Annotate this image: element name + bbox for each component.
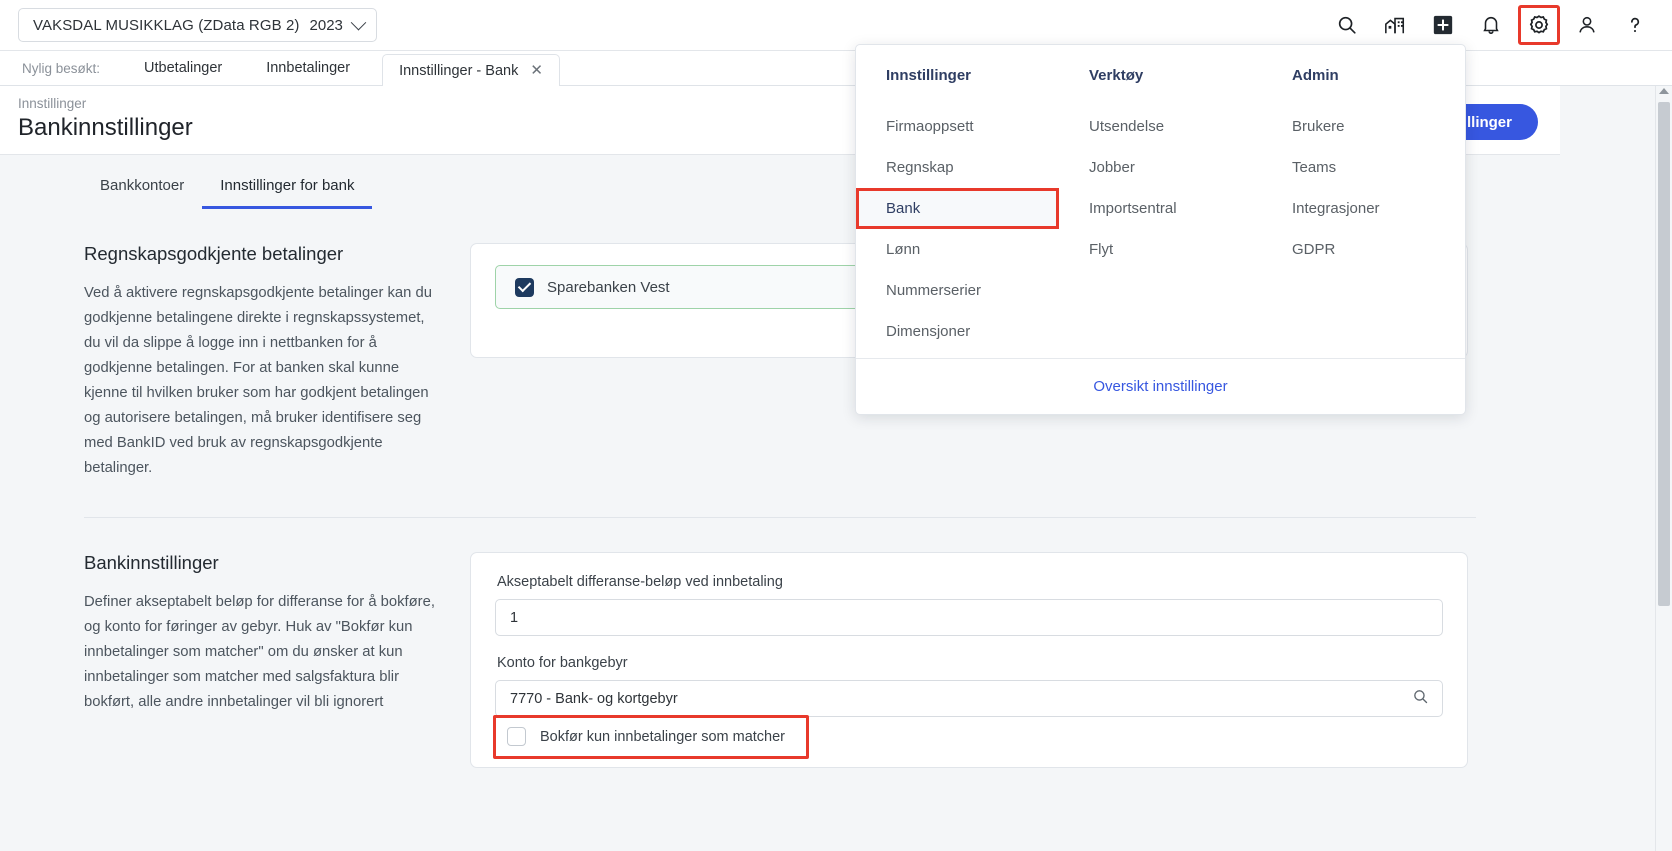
menu-item-bank-label: Bank: [886, 200, 921, 217]
settings-dropdown-panel: Innstillinger Firmaoppsett Regnskap Bank…: [855, 44, 1466, 415]
dropdown-column-admin: Admin Brukere Teams Integrasjoner GDPR: [1262, 67, 1465, 352]
checkbox-label: Bokfør kun innbetalinger som matcher: [540, 728, 785, 745]
company-year-selector[interactable]: VAKSDAL MUSIKKLAG (ZData RGB 2) 2023: [18, 8, 377, 42]
input-differanse-belop[interactable]: 1: [495, 599, 1443, 636]
settings-dropdown-columns: Innstillinger Firmaoppsett Regnskap Bank…: [856, 45, 1465, 352]
label-konto-bankgebyr: Konto for bankgebyr: [497, 655, 628, 671]
settings-heading: Bankinnstillinger: [84, 552, 219, 573]
settings-form-block: Akseptabelt differanse-beløp ved innbeta…: [470, 552, 1560, 768]
settings-dropdown-footer: Oversikt innstillinger: [856, 358, 1465, 414]
column-heading-admin: Admin: [1292, 67, 1339, 84]
oversikt-innstillinger-link[interactable]: Oversikt innstillinger: [1093, 378, 1227, 395]
menu-item-jobber[interactable]: Jobber: [1089, 147, 1262, 188]
dropdown-column-innstillinger: Innstillinger Firmaoppsett Regnskap Bank…: [856, 67, 1059, 352]
menu-item-importsentral[interactable]: Importsentral: [1089, 188, 1262, 229]
menu-item-dimensjoner[interactable]: Dimensjoner: [886, 311, 1059, 352]
user-icon[interactable]: [1572, 10, 1602, 40]
close-icon[interactable]: ✕: [530, 63, 543, 78]
input-konto-bankgebyr[interactable]: 7770 - Bank- og kortgebyr: [495, 680, 1443, 717]
settings-paragraph: Definer akseptabelt beløp for differanse…: [84, 594, 435, 710]
menu-item-teams[interactable]: Teams: [1292, 147, 1465, 188]
active-tab-label: Innstillinger - Bank: [399, 62, 519, 79]
settings-form-card: Akseptabelt differanse-beløp ved innbeta…: [470, 552, 1468, 768]
section-description-block: Regnskapsgodkjente betalinger Ved å akti…: [0, 243, 470, 481]
tab-innstillinger-for-bank[interactable]: Innstillinger for bank: [202, 167, 373, 209]
menu-item-utsendelse[interactable]: Utsendelse: [1089, 106, 1262, 147]
menu-item-regnskap[interactable]: Regnskap: [886, 147, 1059, 188]
recent-tab-innbetalinger[interactable]: Innbetalinger: [244, 60, 372, 85]
menu-item-integrasjoner[interactable]: Integrasjoner: [1292, 188, 1465, 229]
scroll-up-arrow-icon[interactable]: [1659, 88, 1669, 94]
tab-bankkontoer[interactable]: Bankkontoer: [82, 167, 202, 209]
column-heading-verktoy: Verktøy: [1089, 67, 1144, 84]
app-window: VAKSDAL MUSIKKLAG (ZData RGB 2) 2023 Nyl…: [0, 0, 1672, 851]
input-konto-bankgebyr-value: 7770 - Bank- og kortgebyr: [510, 690, 678, 707]
plus-icon[interactable]: [1428, 10, 1458, 40]
section-bankinnstillinger: Bankinnstillinger Definer akseptabelt be…: [0, 518, 1560, 768]
label-differanse-belop: Akseptabelt differanse-beløp ved innbeta…: [497, 574, 783, 590]
menu-item-gdpr[interactable]: GDPR: [1292, 229, 1465, 270]
company-icon[interactable]: [1380, 10, 1410, 40]
scrollbar-thumb[interactable]: [1658, 102, 1670, 606]
input-differanse-belop-value: 1: [510, 609, 519, 626]
menu-item-nummerserier[interactable]: Nummerserier: [886, 270, 1059, 311]
menu-item-bank[interactable]: Bank: [856, 188, 1059, 229]
checkbox-bokfor-kun-matcher[interactable]: [507, 727, 526, 746]
recent-tab-utbetalinger[interactable]: Utbetalinger: [122, 60, 244, 85]
company-name: VAKSDAL MUSIKKLAG (ZData RGB 2): [33, 16, 300, 34]
section-paragraph: Ved å aktivere regnskapsgodkjente betali…: [84, 285, 432, 476]
section-heading: Regnskapsgodkjente betalinger: [84, 243, 344, 264]
bell-icon[interactable]: [1476, 10, 1506, 40]
menu-item-lonn[interactable]: Lønn: [886, 229, 1059, 270]
active-tab-innstillinger-bank[interactable]: Innstillinger - Bank ✕: [382, 54, 560, 86]
bank-row-label: Sparebanken Vest: [547, 278, 670, 296]
top-icon-bar: [1332, 5, 1672, 45]
fiscal-year: 2023: [309, 16, 343, 34]
column-heading-innstillinger: Innstillinger: [886, 67, 972, 84]
dropdown-column-verktoy: Verktøy Utsendelse Jobber Importsentral …: [1059, 67, 1262, 352]
checkbox-sparebanken-vest[interactable]: [515, 277, 534, 297]
checkbox-row-bokfor-kun-matcher[interactable]: Bokfør kun innbetalinger som matcher: [493, 715, 1443, 759]
chevron-down-icon: [350, 14, 367, 30]
search-icon[interactable]: [1412, 688, 1429, 709]
settings-menu-button-wrapper: [1518, 5, 1560, 45]
menu-item-firmaoppsett[interactable]: Firmaoppsett: [886, 106, 1059, 147]
field-gap: [495, 636, 1443, 655]
menu-item-flyt[interactable]: Flyt: [1089, 229, 1262, 270]
page-scrollbar[interactable]: [1655, 86, 1672, 851]
recent-label: Nylig besøkt:: [22, 61, 101, 76]
search-icon[interactable]: [1332, 10, 1362, 40]
help-icon[interactable]: [1620, 10, 1650, 40]
menu-item-brukere[interactable]: Brukere: [1292, 106, 1465, 147]
settings-description-block: Bankinnstillinger Definer akseptabelt be…: [0, 552, 470, 768]
gear-icon[interactable]: [1524, 10, 1554, 40]
